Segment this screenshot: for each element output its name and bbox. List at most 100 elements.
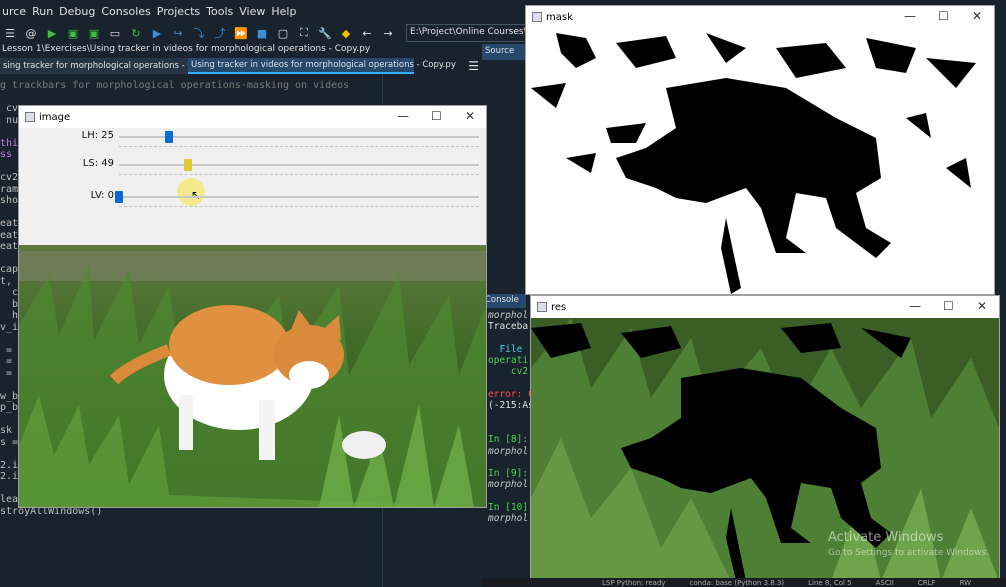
- maximize-icon[interactable]: ☐: [943, 299, 954, 313]
- tab-console[interactable]: Console: [482, 294, 526, 308]
- ls-track[interactable]: [119, 164, 479, 166]
- code-line: p_b: [0, 402, 19, 413]
- console-line: (-215:As: [488, 400, 534, 412]
- ls-ticks: [119, 174, 479, 176]
- menu-item[interactable]: Help: [271, 5, 296, 18]
- console-line: morphol: [488, 445, 529, 457]
- list-icon[interactable]: ☰: [2, 25, 18, 41]
- options-menu-icon[interactable]: ☰: [465, 58, 482, 74]
- status-item: RW: [959, 578, 972, 587]
- working-directory-field[interactable]: E:\Project\Online Courses\OpenCV: [406, 24, 526, 42]
- back-icon[interactable]: ←: [359, 25, 375, 41]
- forward-icon[interactable]: →: [380, 25, 396, 41]
- run-cell-advance-icon[interactable]: ▣: [86, 25, 102, 41]
- window-app-icon: [537, 302, 547, 312]
- run-cell-icon[interactable]: ▣: [65, 25, 81, 41]
- rerun-icon[interactable]: ↻: [128, 25, 144, 41]
- menu-item[interactable]: Debug: [59, 5, 95, 18]
- continue-icon[interactable]: ⏩: [233, 25, 249, 41]
- console-line: morphol: [488, 310, 529, 321]
- preferences-icon[interactable]: 🔧: [317, 25, 333, 41]
- lv-track[interactable]: [119, 196, 479, 198]
- debug-icon[interactable]: ▶︎: [149, 25, 165, 41]
- status-item: LSP Python: ready: [602, 578, 666, 587]
- console-line: error: C: [488, 389, 534, 401]
- code-line: h: [0, 310, 19, 321]
- mask-window-titlebar[interactable]: mask — ☐ ✕: [526, 6, 994, 28]
- console-line: In [8]:: [488, 434, 529, 446]
- minimize-icon[interactable]: —: [397, 109, 409, 123]
- mask-window: mask — ☐ ✕: [525, 5, 995, 295]
- console-line: File: [488, 343, 523, 355]
- maximize-icon[interactable]: ☐: [431, 109, 442, 123]
- video-frame: [19, 245, 486, 507]
- step-into-icon[interactable]: ⤵: [191, 25, 207, 41]
- run-icon[interactable]: ▶: [44, 25, 60, 41]
- editor-tab-1[interactable]: sing tracker for morphological operation…: [0, 58, 232, 74]
- stop-icon[interactable]: ■: [254, 25, 270, 41]
- menu-item[interactable]: Projects: [157, 5, 200, 18]
- res-window-titlebar[interactable]: res — ☐ ✕: [531, 296, 999, 318]
- menu-item[interactable]: Run: [32, 5, 53, 18]
- code-line: 2.i: [0, 459, 19, 471]
- at-icon[interactable]: @: [23, 25, 39, 41]
- console-line: cv2: [488, 366, 529, 378]
- lh-slider-thumb[interactable]: [165, 131, 174, 143]
- menu-item[interactable]: Tools: [206, 5, 233, 18]
- editor-tab-2[interactable]: Using tracker in videos for morphologica…: [188, 58, 456, 74]
- menu-item[interactable]: View: [239, 5, 265, 18]
- status-bar: LSP Python: ready conda: base (Python 3.8…: [482, 578, 1006, 587]
- step-icon[interactable]: ↪: [170, 25, 186, 41]
- maximize-pane-icon[interactable]: ▢: [275, 25, 291, 41]
- kitten-image: [19, 245, 486, 507]
- console-line: morphol: [488, 479, 529, 491]
- console-line: In [10]: [488, 502, 529, 514]
- python-path-icon[interactable]: ◆: [338, 25, 354, 41]
- console-line: morphol: [488, 513, 529, 525]
- console-output: morphol Traceba File operati cv2 error: C (-…: [488, 310, 534, 525]
- console-line: Traceba: [488, 321, 529, 333]
- ls-slider-thumb[interactable]: [184, 159, 193, 171]
- code-line: w_b: [0, 390, 19, 402]
- window-title: mask: [546, 11, 573, 23]
- maximize-icon[interactable]: ☐: [938, 9, 949, 23]
- status-item: conda: base (Python 3.8.3): [689, 578, 785, 587]
- code-line: cv2: [0, 172, 19, 183]
- run-selection-icon[interactable]: ▭: [107, 25, 123, 41]
- code-line: sk: [0, 425, 13, 436]
- lh-label: LH: 25: [81, 130, 114, 141]
- code-line: lea: [0, 494, 19, 505]
- file-path: Lesson 1\Exercises\Using tracker in vide…: [2, 44, 371, 54]
- close-icon[interactable]: ✕: [972, 9, 982, 23]
- tab-source[interactable]: Source: [482, 44, 526, 60]
- close-icon[interactable]: ✕: [977, 299, 987, 313]
- minimize-icon[interactable]: —: [909, 299, 921, 313]
- console-line: operati: [488, 355, 529, 367]
- lv-slider-thumb[interactable]: [115, 191, 123, 203]
- activate-windows-subtitle: Go to Settings to activate Windows.: [828, 548, 990, 558]
- code-line: ss: [0, 149, 13, 160]
- lv-ticks: [119, 206, 479, 208]
- step-return-icon[interactable]: ⤴: [212, 25, 228, 41]
- code-line: cv: [0, 103, 19, 114]
- menu-item[interactable]: Consoles: [101, 5, 150, 18]
- code-line: v_i: [0, 321, 19, 333]
- fullscreen-icon[interactable]: ⛶: [296, 25, 312, 41]
- code-line: s =: [0, 436, 19, 448]
- close-icon[interactable]: ✕: [465, 109, 475, 123]
- activate-windows-title: Activate Windows: [828, 530, 944, 545]
- menu-item[interactable]: urce: [2, 5, 26, 18]
- status-item: CRLF: [917, 578, 936, 587]
- code-line: t,: [0, 275, 13, 287]
- image-window-titlebar[interactable]: image — ☐ ✕: [19, 106, 486, 128]
- minimize-icon[interactable]: —: [904, 9, 916, 23]
- status-item: ASCII: [875, 578, 894, 587]
- window-title: image: [39, 111, 71, 123]
- window-app-icon: [25, 112, 35, 122]
- lh-ticks: [119, 146, 479, 148]
- code-line: 2.i: [0, 471, 19, 482]
